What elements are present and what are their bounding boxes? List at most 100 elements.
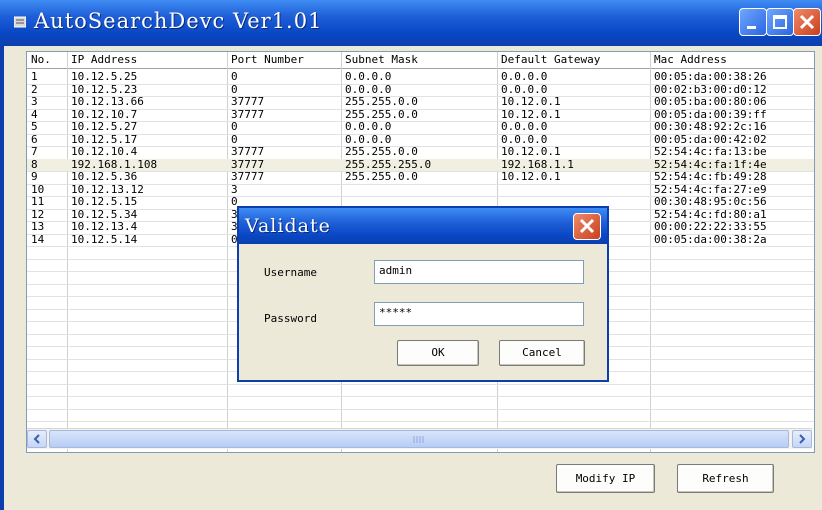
table-row[interactable]: 6 10.12.5.17 0 0.0.0.0 0.0.0.0 00:05:da:00:42…	[27, 134, 814, 146]
table-cell: 0	[231, 133, 238, 146]
column-header[interactable]: Mac Address	[650, 52, 814, 68]
table-cell: 255.255.0.0	[345, 108, 418, 121]
table-cell: 52:54:4c:fd:80:a1	[654, 208, 767, 221]
table-cell: 0	[231, 83, 238, 96]
table-cell: 255.255.0.0	[345, 146, 418, 158]
table-cell: 3	[231, 183, 238, 196]
table-cell: 52:54:4c:fb:49:28	[654, 171, 767, 183]
table-cell: 00:05:da:00:42:02	[654, 133, 767, 146]
maximize-button[interactable]	[766, 8, 794, 36]
table-cell: 0.0.0.0	[345, 83, 392, 96]
column-header[interactable]: IP Address	[67, 52, 227, 68]
username-label: Username	[264, 266, 317, 279]
table-cell: 37777	[231, 171, 265, 183]
table-cell: 52:54:4c:fa:27:e9	[654, 183, 767, 196]
table-cell: 0.0.0.0	[501, 121, 548, 133]
close-icon	[579, 218, 595, 234]
table-cell: 0.0.0.0	[345, 133, 392, 146]
modify-ip-button[interactable]: Modify IP	[556, 464, 655, 493]
table-cell: 10.12.0.1	[501, 96, 561, 108]
table-row[interactable]: 4 10.12.10.7 37777 255.255.0.0 10.12.0.1 00:0…	[27, 109, 814, 121]
refresh-button[interactable]: Refresh	[677, 464, 774, 493]
table-cell: 255.255.0.0	[345, 171, 418, 183]
table-cell: 11	[31, 196, 45, 208]
table-cell: 00:02:b3:00:d0:12	[654, 83, 767, 96]
table-row[interactable]: 3 10.12.13.66 37777 255.255.0.0 10.12.0.1 00:…	[27, 96, 814, 108]
table-cell: 00:05:ba:00:80:06	[654, 96, 767, 108]
table-cell: 10.12.10.7	[71, 108, 138, 121]
table-cell: 0.0.0.0	[501, 71, 548, 83]
table-cell: 6	[31, 133, 38, 146]
minimize-icon	[747, 26, 756, 29]
table-cell: 192.168.1.1	[501, 158, 574, 171]
password-field[interactable]: *****	[374, 302, 584, 326]
table-cell: 0.0.0.0	[345, 121, 392, 133]
table-row[interactable]: 2 10.12.5.23 0 0.0.0.0 0.0.0.0 00:02:b3:00:d0…	[27, 84, 814, 96]
scroll-grip-icon	[413, 436, 424, 443]
table-cell: 00:30:48:92:2c:16	[654, 121, 767, 133]
table-cell: 192.168.1.108	[71, 158, 158, 171]
table-cell	[341, 184, 497, 196]
close-icon	[799, 14, 815, 30]
window-title: AutoSearchDevc Ver1.01	[34, 9, 323, 33]
dialog-close-button[interactable]	[573, 213, 601, 240]
table-cell: 10.12.13.12	[71, 183, 144, 196]
dialog-title-bar[interactable]: Validate	[239, 208, 607, 244]
table-cell: 52:54:4c:fa:13:be	[654, 146, 767, 158]
title-bar[interactable]: AutoSearchDevc Ver1.01	[0, 0, 822, 46]
table-row[interactable]: 1 10.12.5.25 0 0.0.0.0 0.0.0.0 00:05:da:00:38…	[27, 71, 814, 83]
scroll-left-arrow-icon	[33, 434, 40, 444]
table-row[interactable]: 9 10.12.5.36 37777 255.255.0.0 10.12.0.1 52:5…	[27, 171, 814, 183]
table-cell: 0	[231, 71, 238, 83]
table-cell: 10.12.5.27	[71, 121, 138, 133]
table-cell: 0.0.0.0	[501, 83, 548, 96]
maximize-icon	[773, 15, 787, 29]
table-cell: 10.12.5.15	[71, 196, 138, 208]
minimize-button[interactable]	[739, 8, 767, 36]
table-cell: 8	[31, 158, 38, 171]
scroll-left-button[interactable]	[27, 430, 47, 448]
table-row[interactable]: 10 10.12.13.12 3 52:54:4c:fa:27:e9	[27, 184, 814, 196]
scroll-right-button[interactable]	[792, 430, 812, 448]
table-cell: 10.12.5.34	[71, 208, 138, 221]
horizontal-scrollbar[interactable]	[27, 428, 812, 449]
table-cell: 10.12.0.1	[501, 146, 561, 158]
table-cell: 00:30:48:95:0c:56	[654, 196, 767, 208]
cancel-button[interactable]: Cancel	[499, 340, 585, 366]
table-cell: 5	[31, 121, 38, 133]
table-cell: 10.12.0.1	[501, 108, 561, 121]
close-button[interactable]	[793, 8, 821, 36]
table-cell: 2	[31, 83, 38, 96]
table-cell: 37777	[231, 96, 265, 108]
table-cell: 37777	[231, 108, 265, 121]
table-cell: 00:05:da:00:38:26	[654, 71, 767, 83]
table-cell: 0.0.0.0	[501, 133, 548, 146]
table-cell: 1	[31, 71, 38, 83]
table-cell: 255.255.0.0	[345, 96, 418, 108]
table-cell: 00:00:22:22:33:55	[654, 221, 767, 233]
table-cell: 10.12.5.25	[71, 71, 138, 83]
column-header[interactable]: Subnet Mask	[341, 52, 497, 68]
table-cell: 0.0.0.0	[345, 71, 392, 83]
username-field[interactable]: admin	[374, 260, 584, 284]
table-cell: 12	[31, 208, 45, 221]
column-header[interactable]: Port Number	[227, 52, 341, 68]
table-cell	[497, 184, 650, 196]
password-label: Password	[264, 312, 317, 325]
column-header[interactable]: No.	[27, 52, 67, 68]
table-cell: 00:05:da:00:39:ff	[654, 108, 767, 121]
scroll-thumb[interactable]	[49, 430, 789, 448]
table-cell: 10.12.5.36	[71, 171, 138, 183]
table-cell: 10.12.10.4	[71, 146, 138, 158]
column-header[interactable]: Default Gateway	[497, 52, 650, 68]
table-cell: 10.12.0.1	[501, 171, 561, 183]
main-window: AutoSearchDevc Ver1.01 No. IP Address Port…	[0, 0, 822, 510]
table-cell: 52:54:4c:fa:1f:4e	[654, 158, 767, 171]
table-row[interactable]: 7 10.12.10.4 37777 255.255.0.0 10.12.0.1 52:5…	[27, 146, 814, 158]
table-row[interactable]: 8 192.168.1.108 37777 255.255.255.0 192.168.…	[27, 158, 814, 171]
table-cell: 3	[31, 96, 38, 108]
table-cell: 10.12.13.4	[71, 221, 138, 233]
table-row[interactable]: 5 10.12.5.27 0 0.0.0.0 0.0.0.0 00:30:48:92:2c…	[27, 121, 814, 133]
app-icon	[14, 16, 26, 28]
ok-button[interactable]: OK	[397, 340, 479, 366]
